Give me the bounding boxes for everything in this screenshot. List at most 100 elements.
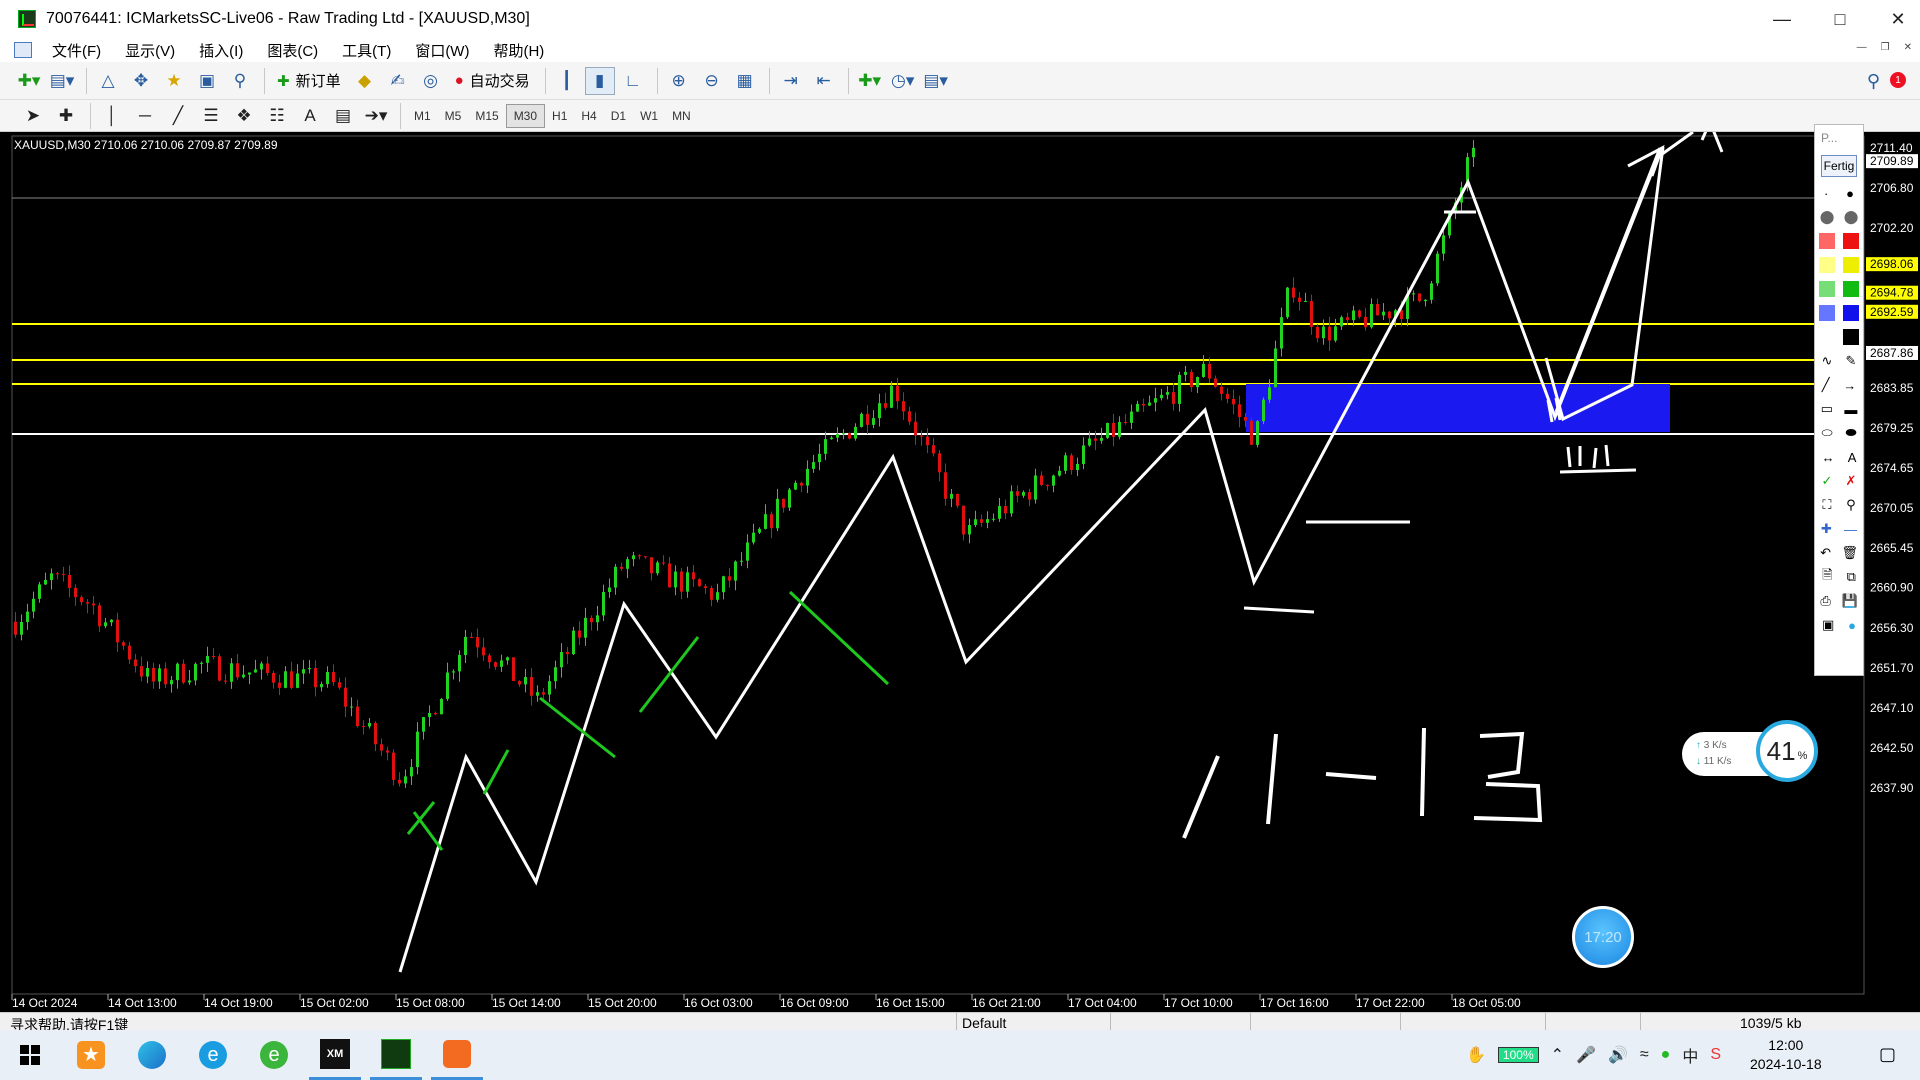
equidistant-channel-icon[interactable]: ☰ <box>196 102 226 130</box>
new-page-icon[interactable]: 🗎 <box>1822 566 1832 588</box>
xm-app-icon[interactable]: XM <box>309 1030 361 1080</box>
cpu-usage-indicator[interactable]: 41% <box>1756 720 1818 782</box>
light-blue-swatch[interactable] <box>1819 305 1835 321</box>
black-swatch[interactable] <box>1843 329 1859 345</box>
crop-icon[interactable]: ⛶ <box>1822 497 1831 513</box>
light-green-swatch[interactable] <box>1819 281 1835 297</box>
small-dot-icon[interactable]: · <box>1824 186 1828 201</box>
templates-icon[interactable]: ▤▾ <box>921 67 951 95</box>
gann-fan-icon[interactable]: ❖ <box>229 102 259 130</box>
market-watch-icon[interactable]: △ <box>93 67 123 95</box>
internet-explorer-icon[interactable]: e <box>187 1030 239 1080</box>
rectangle-tool-icon[interactable]: ▭ <box>1821 401 1833 417</box>
blue-swatch[interactable] <box>1843 305 1859 321</box>
print-icon[interactable]: ⎙ <box>1820 593 1830 609</box>
xlarge-dot-icon[interactable]: ⬤ <box>1844 209 1859 225</box>
line-tool-icon[interactable]: ╱ <box>1822 377 1830 393</box>
candlestick-chart-icon[interactable]: ▮ <box>584 66 615 95</box>
trash-icon[interactable]: 🗑 <box>1841 545 1858 561</box>
timeframe-h1[interactable]: H1 <box>545 104 574 128</box>
windows-start-icon[interactable] <box>4 1030 56 1080</box>
large-dot-icon[interactable]: ⬤ <box>1820 209 1835 225</box>
palette-done-button[interactable]: Fertig <box>1821 155 1857 177</box>
fibonacci-icon[interactable]: ☷ <box>262 102 292 130</box>
timeframe-h4[interactable]: H4 <box>574 104 603 128</box>
vertical-line-icon[interactable]: │ <box>97 102 127 130</box>
light-yellow-swatch[interactable] <box>1819 257 1835 273</box>
red-swatch[interactable] <box>1843 233 1859 249</box>
timeframe-d1[interactable]: D1 <box>604 104 633 128</box>
arrows-icon[interactable]: ➔▾ <box>361 102 391 130</box>
mdi-close-button[interactable]: ✕ <box>1904 42 1912 53</box>
magnifier-icon[interactable]: ⚲ <box>1846 497 1856 513</box>
crosshair-icon[interactable]: ✚ <box>51 102 81 130</box>
strategy-tester-icon[interactable]: ⚲ <box>225 67 255 95</box>
new-order-button[interactable]: ✚ 新订单 <box>271 67 347 95</box>
close-button[interactable]: ✕ <box>1870 0 1920 38</box>
timeframe-m5[interactable]: M5 <box>438 104 469 128</box>
notification-center-icon[interactable]: ▢ <box>1879 1044 1896 1065</box>
chart-shift-icon[interactable]: ⇤ <box>809 67 839 95</box>
navigator-icon[interactable]: ★ <box>159 67 189 95</box>
minimize-button[interactable]: — <box>1754 0 1810 38</box>
timeframe-w1[interactable]: W1 <box>633 104 665 128</box>
timeframe-mn[interactable]: MN <box>665 104 698 128</box>
ellipse-tool-icon[interactable]: ⬭ <box>1821 425 1832 441</box>
bar-chart-icon[interactable]: ┃ <box>552 67 582 95</box>
microphone-icon[interactable]: 🎤 <box>1576 1045 1596 1065</box>
light-red-swatch[interactable] <box>1819 233 1835 249</box>
indicators-icon[interactable]: ✚▾ <box>855 67 885 95</box>
browser-green-icon[interactable]: e <box>248 1030 300 1080</box>
filled-ellipse-icon[interactable]: ⬬ <box>1845 425 1856 441</box>
pencil-icon[interactable]: ✎ <box>1846 353 1857 369</box>
minus-icon[interactable]: — <box>1844 522 1857 537</box>
signals-icon[interactable]: ◎ <box>416 67 446 95</box>
notifications-icon[interactable]: 1 <box>1886 68 1910 92</box>
text-tool-icon[interactable]: A <box>1848 450 1857 465</box>
plus-icon[interactable]: ✚ <box>1821 521 1832 537</box>
auto-scroll-icon[interactable]: ⇥ <box>776 67 806 95</box>
sogou-icon[interactable]: S <box>1710 1046 1721 1064</box>
zoom-in-icon[interactable]: ⊕ <box>664 67 694 95</box>
input-method-icon[interactable]: 中 <box>1682 1043 1698 1067</box>
menu-tools[interactable]: 工具(T) <box>330 40 403 61</box>
maximize-button[interactable]: □ <box>1812 0 1868 38</box>
edge-browser-icon[interactable] <box>126 1030 178 1080</box>
arrow-tool-icon[interactable]: → <box>1843 378 1856 393</box>
periods-icon[interactable]: ◷▾ <box>888 67 918 95</box>
auto-trading-button[interactable]: ● 自动交易 <box>449 67 536 95</box>
wechat-icon[interactable]: ● <box>1661 1046 1671 1064</box>
timeframe-m1[interactable]: M1 <box>407 104 438 128</box>
hands-icon[interactable]: ✋ <box>1466 1045 1486 1065</box>
mdi-minimize-button[interactable]: — <box>1857 42 1867 53</box>
trendline-icon[interactable]: ╱ <box>163 102 193 130</box>
green-swatch[interactable] <box>1843 281 1859 297</box>
timeframe-m15[interactable]: M15 <box>468 104 505 128</box>
undo-icon[interactable]: ↶ <box>1820 545 1831 561</box>
menu-window[interactable]: 窗口(W) <box>403 40 481 61</box>
freehand-icon[interactable]: ∿ <box>1822 353 1833 369</box>
icmarkets-mt4-icon[interactable] <box>370 1030 422 1080</box>
menu-view[interactable]: 显示(V) <box>113 40 187 61</box>
horizontal-line-icon[interactable]: ─ <box>130 102 160 130</box>
medium-dot-icon[interactable]: ● <box>1846 186 1854 201</box>
cross-icon[interactable]: ✗ <box>1846 473 1857 489</box>
line-chart-icon[interactable]: ∟ <box>618 67 648 95</box>
zoom-out-icon[interactable]: ⊖ <box>697 67 727 95</box>
timeframe-m30[interactable]: M30 <box>505 103 546 128</box>
floating-clock-bubble[interactable]: 17:20 <box>1572 906 1634 968</box>
profiles-icon[interactable]: ▤▾ <box>47 67 77 95</box>
tile-windows-icon[interactable]: ▦ <box>730 67 760 95</box>
data-window-icon[interactable]: ✥ <box>126 67 156 95</box>
metaeditor-icon[interactable]: ◆ <box>350 67 380 95</box>
battery-indicator[interactable]: 100% <box>1497 1047 1539 1063</box>
menu-file[interactable]: 文件(F) <box>40 40 113 61</box>
screenshot-icon[interactable]: ▣ <box>1822 617 1834 633</box>
terminal-icon[interactable]: ▣ <box>192 67 222 95</box>
new-chart-icon[interactable]: ✚▾ <box>14 67 44 95</box>
price-chart[interactable]: 2711.40 2706.80 2702.20 2683.85 2679.25 2674.… <box>0 132 1920 1012</box>
copy-icon[interactable]: ⧉ <box>1847 569 1856 585</box>
menu-charts[interactable]: 图表(C) <box>255 40 330 61</box>
filled-rectangle-icon[interactable]: ▬ <box>1844 402 1857 417</box>
search-icon[interactable]: ⚲ <box>1867 71 1880 92</box>
